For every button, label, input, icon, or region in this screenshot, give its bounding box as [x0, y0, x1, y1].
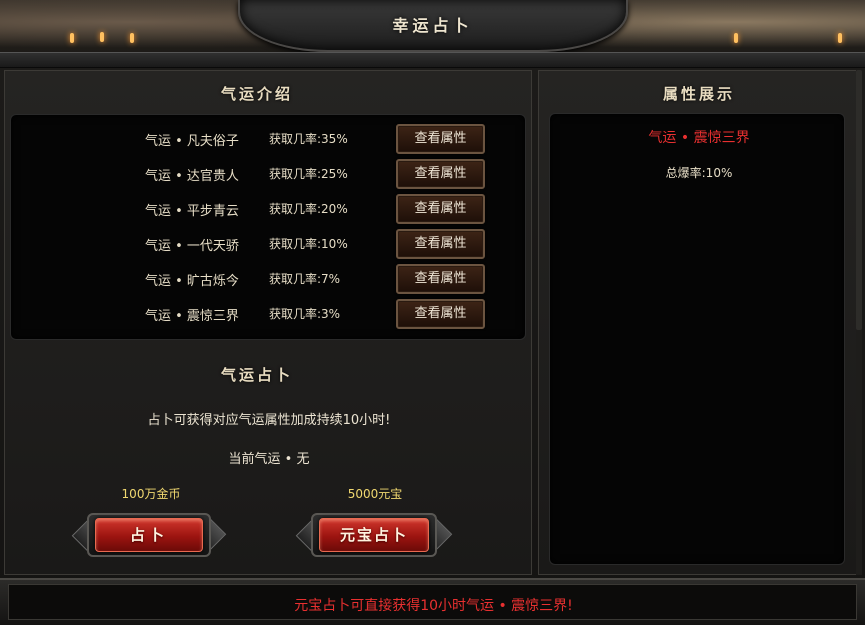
fortune-rate: 获取几率:10%: [269, 237, 348, 251]
divination-description: 占卜可获得对应气运属性加成持续10小时!: [147, 413, 391, 428]
fortune-name: 气运 • 震惊三界: [145, 309, 239, 324]
current-fortune: 当前气运 • 无: [228, 452, 310, 467]
divine-button-label[interactable]: 占卜: [95, 518, 203, 552]
view-attributes-button[interactable]: 查看属性: [396, 229, 485, 259]
fortune-name: 气运 • 达官贵人: [145, 169, 239, 184]
bottom-notice: 元宝占卜可直接获得10小时气运 • 震惊三界!: [294, 598, 573, 614]
fortune-name: 气运 • 凡夫俗子: [145, 134, 239, 149]
fortune-rate: 获取几率:7%: [269, 272, 341, 286]
fortune-rate: 获取几率:35%: [269, 132, 348, 146]
ingot-divine-button[interactable]: 元宝占卜: [295, 511, 453, 559]
list-item: 气运 • 达官贵人 获取几率:25% 查看属性: [11, 159, 527, 189]
list-item: 气运 • 凡夫俗子 获取几率:35% 查看属性: [11, 124, 527, 154]
window-title: 幸运占卜: [392, 16, 473, 35]
view-attributes-button[interactable]: 查看属性: [396, 124, 485, 154]
view-attributes-button[interactable]: 查看属性: [396, 264, 485, 294]
scrollbar[interactable]: [856, 70, 862, 575]
bottom-bar: 元宝占卜可直接获得10小时气运 • 震惊三界!: [0, 578, 865, 625]
divine-button[interactable]: 占卜: [71, 511, 227, 559]
fortune-name: 气运 • 旷古烁今: [145, 274, 239, 289]
list-item: 气运 • 震惊三界 获取几率:3% 查看属性: [11, 299, 527, 329]
fortune-rate: 获取几率:20%: [269, 202, 348, 216]
gold-cost-label: 100万金币: [121, 487, 181, 501]
scrollbar-thumb[interactable]: [856, 70, 862, 330]
fortune-rate: 获取几率:25%: [269, 167, 348, 181]
fortune-name: 气运 • 一代天骄: [145, 239, 239, 254]
attributes-title: 属性展示: [663, 85, 736, 103]
selected-fortune-value: 总爆率:10%: [665, 166, 733, 180]
divination-title: 气运占卜: [221, 366, 294, 384]
top-divider: [0, 52, 865, 68]
view-attributes-button[interactable]: 查看属性: [396, 159, 485, 189]
fortune-rate: 获取几率:3%: [269, 307, 341, 321]
selected-fortune-name: 气运 • 震惊三界: [648, 130, 750, 146]
divination-window: 幸运占卜 气运介绍 气运占卜 占卜可获得对应气运属性加成持续10小时! 当前气运…: [0, 0, 865, 625]
list-item: 气运 • 旷古烁今 获取几率:7% 查看属性: [11, 264, 527, 294]
fortune-list: 气运 • 凡夫俗子 获取几率:35% 查看属性 气运 • 达官贵人 获取几率:2…: [10, 114, 526, 340]
notice-box: 元宝占卜可直接获得10小时气运 • 震惊三界!: [8, 584, 857, 620]
ingot-divine-button-label[interactable]: 元宝占卜: [319, 518, 429, 552]
intro-title: 气运介绍: [221, 85, 294, 103]
ingot-cost-label: 5000元宝: [347, 487, 403, 501]
fortune-name: 气运 • 平步青云: [145, 204, 239, 219]
list-item: 气运 • 平步青云 获取几率:20% 查看属性: [11, 194, 527, 224]
view-attributes-button[interactable]: 查看属性: [396, 299, 485, 329]
list-item: 气运 • 一代天骄 获取几率:10% 查看属性: [11, 229, 527, 259]
view-attributes-button[interactable]: 查看属性: [396, 194, 485, 224]
right-panel: 属性展示 气运 • 震惊三界 总爆率:10%: [538, 70, 860, 575]
